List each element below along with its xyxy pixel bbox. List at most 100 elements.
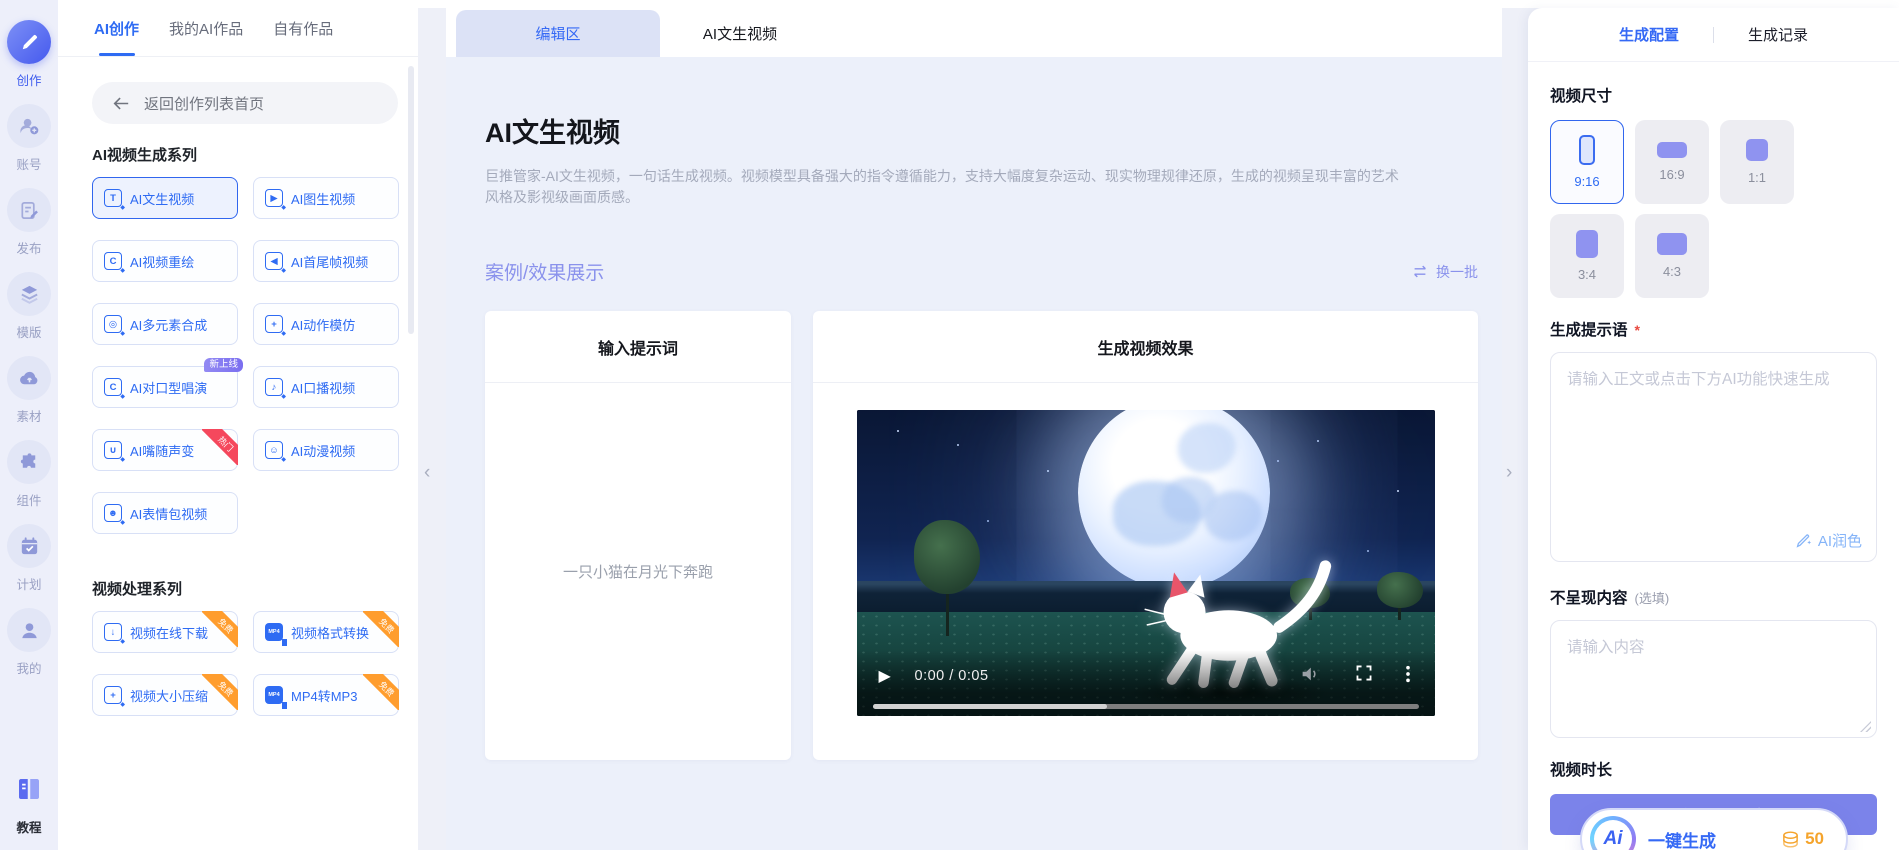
aspect-1-1-icon	[1746, 139, 1768, 161]
play-button[interactable]: ▶	[879, 666, 891, 686]
rail-item-create[interactable]: 创作	[7, 20, 51, 89]
prompt-example-card: 输入提示词 一只小猫在月光下奔跑	[485, 311, 791, 760]
book-icon	[7, 767, 51, 811]
showcase-title: 案例/效果展示	[485, 263, 605, 284]
tab-text-to-video[interactable]: AI文生视频	[660, 10, 820, 57]
size-option-3-4[interactable]: 3:4	[1550, 214, 1624, 298]
swap-arrows-icon	[1411, 265, 1429, 278]
config-panel: 生成配置 生成记录 视频尺寸 9:16 16:9 1:1 3:4 4:3 生成提…	[1528, 8, 1899, 850]
aspect-3-4-icon	[1576, 230, 1598, 258]
rail-item-plan[interactable]: 计划	[7, 524, 51, 593]
negative-placeholder: 请输入内容	[1567, 639, 1645, 656]
generate-label: 一键生成	[1648, 831, 1716, 850]
video-progress-bar[interactable]	[872, 704, 1419, 709]
rail-item-account[interactable]: 账号	[7, 104, 51, 173]
download-icon: ↓	[104, 623, 125, 645]
prompt-input[interactable]: 请输入正文或点击下方AI功能快速生成 AI润色	[1550, 352, 1877, 562]
prompt-card-header: 输入提示词	[485, 311, 791, 383]
tool-ai-multi-element[interactable]: ◎ AI多元素合成	[92, 303, 238, 345]
tool-ai-lipsync-sing[interactable]: C AI对口型唱演 新上线	[92, 358, 243, 408]
ai-logo-icon: Ai	[1590, 816, 1636, 850]
video-scene-tree	[1376, 572, 1423, 621]
config-panel-body: 视频尺寸 9:16 16:9 1:1 3:4 4:3 生成提示语 * 请输入正文…	[1528, 62, 1899, 835]
video-size-options: 9:16 16:9 1:1 3:4 4:3	[1550, 120, 1877, 298]
mic-icon: ♪	[265, 378, 286, 400]
generate-cost: 50	[1781, 829, 1824, 849]
rail-label: 教程	[16, 821, 42, 835]
video-size-heading: 视频尺寸	[1550, 88, 1613, 105]
tool-ai-text-to-video[interactable]: T AI文生视频	[92, 177, 238, 219]
new-badge: 新上线	[204, 358, 243, 373]
tool-video-download[interactable]: ↓ 视频在线下载 免费	[92, 611, 238, 653]
collapse-right-icon[interactable]: ›	[1506, 462, 1512, 484]
tab-own-works[interactable]: 自有作品	[273, 0, 333, 56]
tab-generate-config[interactable]: 生成配置	[1619, 24, 1679, 45]
tab-my-ai-works[interactable]: 我的AI作品	[169, 0, 243, 56]
tab-edit-zone[interactable]: 编辑区	[456, 10, 660, 65]
collapse-left-icon[interactable]: ‹	[424, 462, 430, 484]
profile-icon	[7, 608, 51, 652]
puzzle-icon	[7, 440, 51, 484]
tool-ai-image-to-video[interactable]: ▶ AI图生视频	[253, 177, 399, 219]
tool-video-format-convert[interactable]: MP4 视频格式转换 免费	[253, 611, 399, 653]
refresh-batch-button[interactable]: 换一批	[1411, 262, 1478, 282]
back-to-list-button[interactable]: 返回创作列表首页	[92, 82, 398, 124]
tool-panel: AI创作 我的AI作品 自有作品 返回创作列表首页 AI视频生成系列 T AI文…	[58, 0, 418, 850]
tool-panel-scrollbar[interactable]	[408, 66, 414, 334]
rail-item-publish[interactable]: 发布	[7, 188, 51, 257]
left-rail: 创作 账号 发布 模版 素材 组件 计划 我的 教程	[0, 0, 58, 850]
compress-icon: +	[104, 686, 125, 708]
fullscreen-icon[interactable]	[1355, 664, 1373, 687]
mute-icon[interactable]	[1299, 664, 1319, 689]
account-add-icon	[7, 104, 51, 148]
anime-face-icon: ☺	[265, 441, 286, 463]
repaint-icon: C	[104, 252, 125, 274]
back-arrow-icon	[112, 96, 130, 111]
ai-video-button-grid: T AI文生视频 ▶ AI图生视频 C AI视频重绘 ◀ AI首尾帧视频 ◎ A…	[92, 177, 418, 534]
rail-item-mine[interactable]: 我的	[7, 608, 51, 677]
lipsync-icon: C	[104, 378, 125, 400]
result-card-header: 生成视频效果	[813, 311, 1478, 383]
tool-ai-motion-mimic[interactable]: + AI动作模仿	[253, 303, 399, 345]
size-option-4-3[interactable]: 4:3	[1635, 214, 1709, 298]
size-option-16-9[interactable]: 16:9	[1635, 120, 1709, 204]
generate-button[interactable]: Ai 一键生成 50	[1580, 808, 1848, 850]
tool-video-compress[interactable]: + 视频大小压缩 免费	[92, 674, 238, 716]
tab-ai-create[interactable]: AI创作	[94, 0, 139, 56]
ai-polish-button[interactable]: AI润色	[1795, 530, 1862, 551]
motion-icon: +	[265, 315, 286, 337]
rail-item-material[interactable]: 素材	[7, 356, 51, 425]
main-area: 编辑区 AI文生视频 AI文生视频 巨推管家-AI文生视频，一句话生成视频。视频…	[446, 0, 1502, 850]
pen-sparkle-icon	[1795, 532, 1812, 549]
required-mark: *	[1634, 322, 1640, 338]
frames-icon: ◀	[265, 252, 286, 274]
tool-ai-first-last-frame[interactable]: ◀ AI首尾帧视频	[253, 240, 399, 282]
prompt-heading: 生成提示语 *	[1550, 322, 1640, 339]
video-progress-fill	[872, 704, 1108, 709]
negative-content-input[interactable]: 请输入内容	[1550, 620, 1877, 738]
tool-ai-video-repaint[interactable]: C AI视频重绘	[92, 240, 238, 282]
rail-item-component[interactable]: 组件	[7, 440, 51, 509]
prompt-placeholder: 请输入正文或点击下方AI功能快速生成	[1567, 371, 1830, 388]
tool-mp4-to-mp3[interactable]: MP4 MP4转MP3 免费	[253, 674, 399, 716]
more-options-icon[interactable]	[1405, 664, 1411, 689]
cloud-upload-icon	[7, 356, 51, 400]
rail-item-tutorial[interactable]: 教程	[7, 767, 51, 836]
video-controls: ▶ 0:00 / 0:05	[856, 650, 1435, 716]
tool-ai-anime-video[interactable]: ☺ AI动漫视频	[253, 429, 399, 471]
tool-ai-mouth-voice[interactable]: ∪ AI嘴随声变 热门	[92, 429, 238, 471]
tab-generate-history[interactable]: 生成记录	[1748, 24, 1808, 45]
publish-doc-icon	[7, 188, 51, 232]
coin-icon	[1781, 830, 1800, 849]
image-video-icon: ▶	[265, 189, 286, 211]
tool-ai-emoji-video[interactable]: ☻ AI表情包视频	[92, 492, 238, 534]
tool-ai-broadcast-video[interactable]: ♪ AI口播视频	[253, 366, 399, 408]
example-video-player[interactable]: ▶ 0:00 / 0:05	[856, 410, 1435, 716]
pencil-icon	[7, 20, 51, 64]
size-option-1-1[interactable]: 1:1	[1720, 120, 1794, 204]
mp4-icon: MP4	[265, 686, 287, 709]
size-option-9-16[interactable]: 9:16	[1550, 120, 1624, 204]
rail-item-template[interactable]: 模版	[7, 272, 51, 341]
video-scene-tree	[914, 520, 981, 637]
showcase-cards: 输入提示词 一只小猫在月光下奔跑 生成视频效果 ▶ 0:00 / 0:05	[485, 311, 1502, 760]
